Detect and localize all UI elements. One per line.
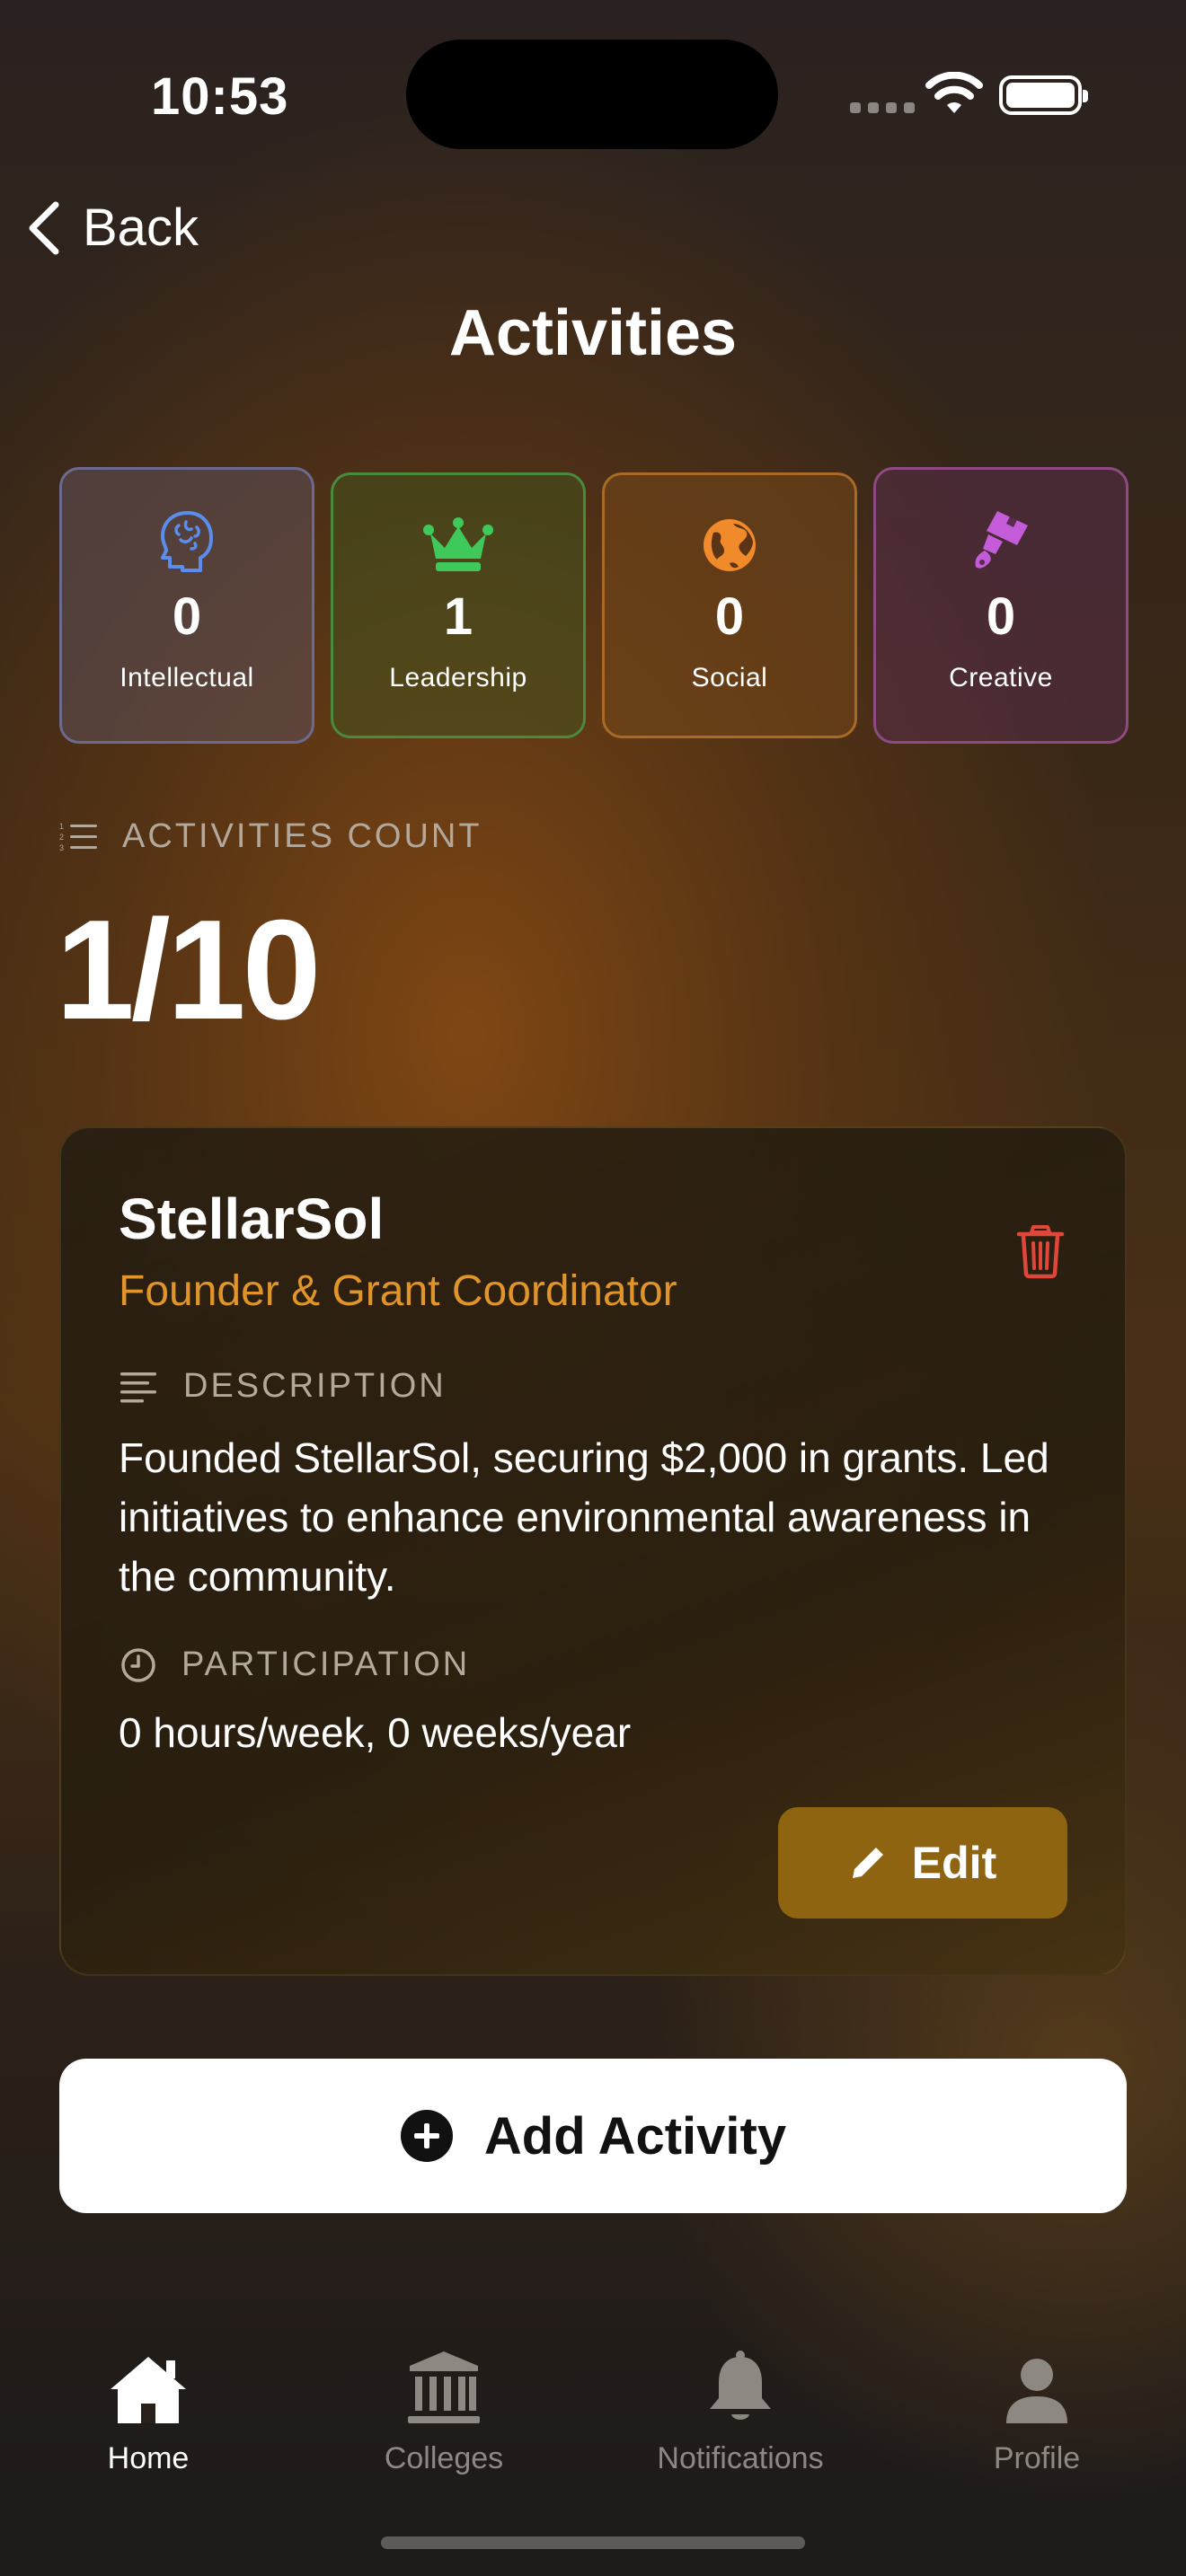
clock-icon bbox=[121, 1647, 155, 1682]
social-count: 0 bbox=[714, 587, 745, 646]
category-card-leadership[interactable]: 1 Leadership bbox=[331, 472, 586, 738]
tab-notifications[interactable]: Notifications bbox=[606, 2344, 875, 2476]
svg-text:3: 3 bbox=[59, 843, 66, 852]
bell-icon bbox=[706, 2344, 774, 2425]
dynamic-island bbox=[406, 40, 778, 149]
tab-notifications-label: Notifications bbox=[657, 2441, 824, 2475]
category-card-intellectual[interactable]: 0 Intellectual bbox=[59, 467, 314, 744]
status-time: 10:53 bbox=[151, 67, 289, 126]
leadership-count: 1 bbox=[443, 587, 474, 646]
globe-icon bbox=[701, 511, 758, 579]
participation-label: PARTICIPATION bbox=[181, 1645, 471, 1683]
tab-home[interactable]: Home bbox=[13, 2344, 283, 2476]
edit-label: Edit bbox=[911, 1838, 997, 1888]
text-align-left-icon bbox=[120, 1372, 156, 1402]
page-title: Activities bbox=[448, 297, 738, 369]
person-icon bbox=[1005, 2344, 1069, 2425]
add-activity-button[interactable]: Add Activity bbox=[59, 2059, 1127, 2213]
pencil-icon bbox=[852, 1848, 883, 1878]
delete-activity-button[interactable] bbox=[1015, 1223, 1066, 1284]
battery-icon bbox=[999, 75, 1088, 115]
edit-activity-button[interactable]: Edit bbox=[778, 1807, 1067, 1919]
tab-profile-label: Profile bbox=[993, 2441, 1081, 2475]
house-icon bbox=[107, 2344, 190, 2425]
creative-label: Creative bbox=[949, 663, 1053, 693]
cellular-signal-icon bbox=[850, 102, 915, 113]
social-label: Social bbox=[691, 663, 768, 693]
building-columns-icon bbox=[406, 2344, 482, 2425]
back-label: Back bbox=[83, 198, 199, 257]
intellectual-count: 0 bbox=[172, 587, 202, 646]
category-card-creative[interactable]: 0 Creative bbox=[873, 467, 1128, 744]
activities-count-label: ACTIVITIES COUNT bbox=[122, 817, 482, 855]
svg-text:2: 2 bbox=[59, 833, 66, 842]
activity-role: Founder & Grant Coordinator bbox=[119, 1267, 677, 1315]
trash-icon bbox=[1016, 1225, 1065, 1279]
add-activity-label: Add Activity bbox=[483, 2106, 787, 2166]
brain-icon bbox=[155, 506, 218, 574]
chevron-left-icon bbox=[29, 201, 59, 254]
leadership-label: Leadership bbox=[389, 663, 527, 693]
activities-count-value: 1/10 bbox=[56, 891, 322, 1049]
activity-description: Founded StellarSol, securing $2,000 in g… bbox=[119, 1434, 1049, 1600]
svg-text:1: 1 bbox=[59, 822, 66, 831]
tab-profile[interactable]: Profile bbox=[902, 2344, 1172, 2476]
paintbrush-icon bbox=[970, 506, 1031, 574]
numbered-list-icon: 1 2 3 bbox=[59, 822, 97, 852]
crown-icon bbox=[423, 511, 493, 579]
activities-count-header: 1 2 3 ACTIVITIES COUNT bbox=[59, 817, 482, 856]
participation-header: PARTICIPATION bbox=[120, 1645, 470, 1684]
back-button[interactable]: Back bbox=[25, 198, 199, 258]
intellectual-label: Intellectual bbox=[119, 663, 254, 693]
home-indicator[interactable] bbox=[381, 2536, 805, 2549]
plus-circle-icon bbox=[400, 2110, 453, 2162]
tab-colleges[interactable]: Colleges bbox=[309, 2344, 579, 2476]
category-card-social[interactable]: 0 Social bbox=[602, 472, 857, 738]
creative-count: 0 bbox=[986, 587, 1016, 646]
activity-participation: 0 hours/week, 0 weeks/year bbox=[119, 1709, 632, 1756]
wifi-icon bbox=[925, 71, 983, 121]
activity-name: StellarSol bbox=[119, 1187, 385, 1251]
description-label: DESCRIPTION bbox=[183, 1367, 447, 1405]
tab-colleges-label: Colleges bbox=[384, 2441, 504, 2475]
tab-home-label: Home bbox=[107, 2441, 190, 2475]
description-header: DESCRIPTION bbox=[120, 1367, 447, 1406]
